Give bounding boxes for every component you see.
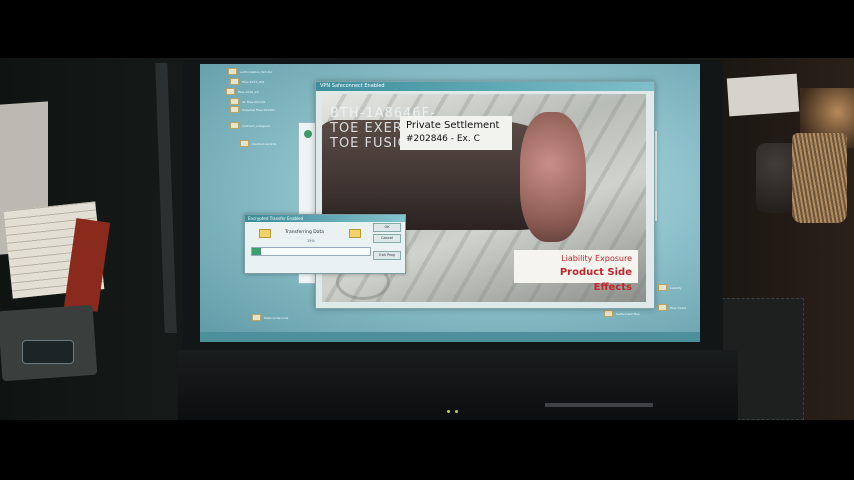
desktop-icon[interactable]: 01 Files 001701: [230, 98, 266, 105]
desk-scene: authorization_fed.doc Files 2017_001 Fil…: [0, 58, 854, 420]
laptop-screen: authorization_fed.doc Files 2017_001 Fil…: [200, 64, 700, 342]
cancel-button[interactable]: Cancel: [373, 234, 401, 243]
open-laptop-lid-edge: [155, 63, 177, 333]
folder-icon: [658, 304, 667, 311]
liability-label: Liability Exposure Product Side Effects: [514, 250, 638, 293]
checkmark-icon: [304, 130, 312, 138]
settlement-label: Private Settlement #202846 - Ex. C: [400, 116, 512, 150]
vpn-window-title: VPN Safeconnect Enabled: [316, 82, 654, 91]
laptop-base: [178, 350, 738, 420]
folder-icon: [658, 284, 667, 291]
keyboard-strip: [545, 403, 653, 407]
desktop-icon[interactable]: contract_unsigned: [230, 122, 270, 129]
desktop-icon[interactable]: V2Jacket Files 001007: [230, 106, 275, 113]
transfer-percent: 15%: [307, 239, 315, 243]
liability-title: Liability Exposure: [561, 254, 632, 263]
folder-icon: [230, 78, 239, 85]
transfer-progress-bar: [251, 247, 371, 256]
ok-button[interactable]: OK: [373, 223, 401, 232]
paper-card: [726, 73, 800, 117]
folder-icon: [252, 314, 261, 321]
file-icon: [230, 122, 239, 129]
desktop-icon[interactable]: Liability: [658, 284, 682, 291]
folder-icon: [228, 68, 237, 75]
desktop-icon[interactable]: Files folder: [658, 304, 686, 311]
desktop-icon[interactable]: authorization_fed.doc: [228, 68, 273, 75]
folder-icon: [604, 310, 613, 317]
vpn-window[interactable]: VPN Safeconnect Enabled BTH-1A8646F- TOE…: [315, 81, 655, 309]
desktop-icon[interactable]: Files 2017_001: [230, 78, 264, 85]
folder-icon: [230, 106, 239, 113]
drive-logo-icon: [22, 340, 74, 364]
settlement-title: Private Settlement: [406, 120, 500, 131]
toothpick-holder: [792, 133, 847, 223]
desktop-icon[interactable]: Medical Records: [252, 314, 288, 321]
exit-program-button[interactable]: Exit Prog: [373, 251, 401, 260]
file-icon: [240, 140, 249, 147]
video-frame: authorization_fed.doc Files 2017_001 Fil…: [0, 0, 854, 480]
folder-icon: [230, 98, 239, 105]
status-led: [455, 410, 458, 413]
taskbar: [200, 332, 700, 342]
settlement-number: #202846 - Ex. C: [406, 134, 480, 144]
transfer-dialog[interactable]: Encrypted Transfer Enabled Transferring …: [244, 214, 406, 274]
folder-icon: [226, 88, 235, 95]
liability-subtitle: Product Side Effects: [559, 267, 632, 293]
destination-folder-icon: [349, 229, 361, 238]
desktop-icon[interactable]: Files 2016_2A: [226, 88, 259, 95]
transfer-dialog-title: Encrypted Transfer Enabled: [245, 215, 405, 222]
desktop-icon[interactable]: medical-records: [240, 140, 276, 147]
transfer-status: Transferring Data: [285, 230, 324, 235]
status-led: [447, 410, 450, 413]
source-folder-icon: [259, 229, 271, 238]
transfer-progress-fill: [252, 248, 262, 255]
desktop-icon[interactable]: Settlement files: [604, 310, 640, 317]
foot-heel-image: [520, 112, 586, 242]
